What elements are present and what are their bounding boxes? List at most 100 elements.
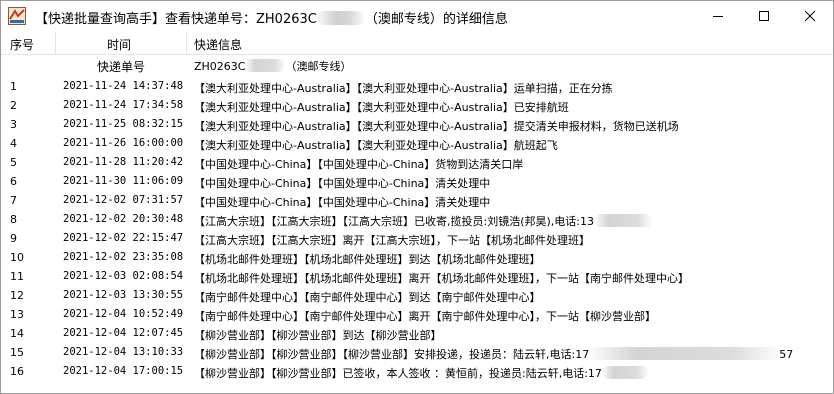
row-index: 5 — [10, 156, 17, 169]
tracking-number-text: ZH0263C — [194, 60, 246, 73]
row-index: 10 — [10, 251, 24, 264]
row-index: 6 — [10, 175, 17, 188]
row-time: 2021-12-04 17:00:15 — [63, 365, 184, 377]
window-title-suffix: （澳邮专线）的详细信息 — [364, 12, 508, 27]
row-info-text: 【中国处理中心-China】【中国处理中心-China】清关处理中 — [194, 196, 491, 209]
redacted-region — [245, 59, 286, 72]
row-time: 2021-11-26 16:00:00 — [63, 137, 184, 149]
redacted-region — [593, 214, 652, 227]
row-info: 【南宁邮件处理中心】【南宁邮件处理中心】到达【南宁邮件处理中心】 — [194, 289, 541, 305]
table-row[interactable]: 4 2021-11-26 16:00:00 【澳大利亚处理中心-Australia】… — [1, 135, 833, 154]
row-info-text: 【中国处理中心-China】【中国处理中心-China】货物到达清关口岸 — [194, 158, 524, 171]
table-row[interactable]: 6 2021-11-30 11:06:09 【中国处理中心-China】【中国处理中… — [1, 173, 833, 192]
tracking-number-suffix: （澳邮专线） — [285, 60, 352, 73]
row-index: 11 — [10, 270, 24, 283]
row-time: 2021-12-03 02:08:54 — [63, 270, 184, 282]
table-row[interactable]: 8 2021-12-02 20:30:48 【江高大宗班】【江高大宗班】【江高大宗班… — [1, 211, 833, 230]
column-divider[interactable] — [55, 32, 56, 54]
row-time: 2021-12-04 13:10:33 — [63, 346, 184, 358]
row-index: 9 — [10, 232, 17, 245]
row-info: 【机场北邮件处理班】【机场北邮件处理班】到达【机场北邮件处理班】 — [194, 251, 541, 267]
row-info-text: 【澳大利亚处理中心-Australia】【澳大利亚处理中心-Australia】… — [194, 139, 558, 152]
table-row[interactable]: 15 2021-12-04 13:10:33 【柳沙营业部】【柳沙营业部】【柳沙营业… — [1, 344, 833, 363]
row-index: 3 — [10, 118, 17, 131]
row-info-text: 【柳沙营业部】【柳沙营业部】已签收，本人签收 ：黄恒前，投递员:陆云轩,电话:1… — [194, 367, 602, 380]
row-index: 1 — [10, 80, 17, 93]
tracking-number-row[interactable]: 快递单号 ZH0263C （澳邮专线） — [1, 56, 833, 76]
tracking-number-label: 快递单号 — [97, 60, 146, 74]
row-info: 【柳沙营业部】【柳沙营业部】【柳沙营业部】安排投递，投递员：陆云轩,电话:17 5… — [194, 346, 793, 362]
row-info-text: 【中国处理中心-China】【中国处理中心-China】清关处理中 — [194, 177, 491, 190]
row-info: 【机场北邮件处理班】【机场北邮件处理班】离开【机场北邮件处理班】，下一站【南宁邮… — [194, 270, 689, 286]
table-row[interactable]: 1 2021-11-24 14:37:48 【澳大利亚处理中心-Australia】… — [1, 78, 833, 97]
table-row[interactable]: 13 2021-12-04 10:52:49 【南宁邮件处理中心】【南宁邮件处理中心… — [1, 306, 833, 325]
row-info: 【柳沙营业部】【柳沙营业部】到达【柳沙营业部】 — [194, 327, 442, 343]
row-index: 4 — [10, 137, 17, 150]
table-row[interactable]: 3 2021-11-25 08:32:15 【澳大利亚处理中心-Australia】… — [1, 116, 833, 135]
row-index: 8 — [10, 213, 17, 226]
row-info-text: 【澳大利亚处理中心-Australia】【澳大利亚处理中心-Australia】… — [194, 82, 613, 95]
row-info: 【澳大利亚处理中心-Australia】【澳大利亚处理中心-Australia】… — [194, 99, 569, 115]
column-divider[interactable] — [186, 32, 187, 54]
row-info-text: 【柳沙营业部】【柳沙营业部】【柳沙营业部】安排投递，投递员：陆云轩,电话:17 — [194, 348, 590, 361]
row-time: 2021-11-28 11:20:42 — [63, 156, 184, 168]
app-logo-icon — [8, 7, 26, 25]
row-info: 【中国处理中心-China】【中国处理中心-China】清关处理中 — [194, 175, 490, 191]
table-row[interactable]: 7 2021-12-02 07:31:57 【中国处理中心-China】【中国处理中… — [1, 192, 833, 211]
row-info-text: 【机场北邮件处理班】【机场北邮件处理班】离开【机场北邮件处理班】，下一站【南宁邮… — [194, 272, 689, 285]
row-info: 【澳大利亚处理中心-Australia】【澳大利亚处理中心-Australia】… — [194, 118, 679, 134]
window-title: 【快递批量查询高手】查看快递单号：ZH0263C （澳邮专线）的详细信息 — [35, 8, 508, 27]
row-time: 2021-11-30 11:06:09 — [63, 175, 184, 187]
redacted-region — [589, 347, 780, 360]
row-time: 2021-12-02 07:31:57 — [63, 194, 184, 206]
list-header: 序号 时间 快递信息 — [1, 32, 833, 55]
redacted-region — [317, 11, 364, 25]
close-button[interactable] — [787, 1, 833, 31]
column-header-index[interactable]: 序号 — [10, 36, 34, 53]
table-row[interactable]: 12 2021-12-03 13:30:55 【南宁邮件处理中心】【南宁邮件处理中心… — [1, 287, 833, 306]
row-info-text: 【南宁邮件处理中心】【南宁邮件处理中心】到达【南宁邮件处理中心】 — [194, 291, 541, 304]
title-bar[interactable]: 【快递批量查询高手】查看快递单号：ZH0263C （澳邮专线）的详细信息 — [1, 1, 833, 31]
row-time: 2021-12-04 12:07:45 — [63, 327, 184, 339]
row-index: 12 — [10, 289, 24, 302]
row-info-text: 【机场北邮件处理班】【机场北邮件处理班】到达【机场北邮件处理班】 — [194, 253, 541, 266]
table-row[interactable]: 5 2021-11-28 11:20:42 【中国处理中心-China】【中国处理中… — [1, 154, 833, 173]
row-info-text: 【柳沙营业部】【柳沙营业部】到达【柳沙营业部】 — [194, 329, 442, 342]
row-index: 15 — [10, 346, 24, 359]
row-time: 2021-11-25 08:32:15 — [63, 118, 184, 130]
row-index: 14 — [10, 327, 24, 340]
maximize-button[interactable] — [741, 1, 787, 31]
redacted-region — [601, 366, 648, 379]
minimize-button[interactable] — [695, 1, 741, 31]
row-index: 2 — [10, 99, 17, 112]
maximize-icon — [759, 11, 769, 21]
row-time: 2021-12-02 22:15:47 — [63, 232, 184, 244]
row-info: 【中国处理中心-China】【中国处理中心-China】清关处理中 — [194, 194, 490, 210]
row-index: 13 — [10, 308, 24, 321]
app-window: 【快递批量查询高手】查看快递单号：ZH0263C （澳邮专线）的详细信息 序号 时… — [0, 0, 834, 394]
column-header-time[interactable]: 时间 — [107, 36, 131, 53]
row-info-text: 【澳大利亚处理中心-Australia】【澳大利亚处理中心-Australia】… — [194, 120, 679, 133]
tracking-list[interactable]: 序号 时间 快递信息 快递单号 ZH0263C （澳邮专线） 1 2021-11-2… — [1, 32, 833, 393]
column-header-info[interactable]: 快递信息 — [194, 36, 242, 53]
table-row[interactable]: 10 2021-12-02 23:35:08 【机场北邮件处理班】【机场北邮件处理班… — [1, 249, 833, 268]
row-time: 2021-12-04 10:52:49 — [63, 308, 184, 320]
close-icon — [804, 10, 816, 22]
row-info: 【中国处理中心-China】【中国处理中心-China】货物到达清关口岸 — [194, 156, 523, 172]
table-row[interactable]: 9 2021-12-02 22:15:47 【江高大宗班】【江高大宗班】离开【江高大… — [1, 230, 833, 249]
row-info: 【澳大利亚处理中心-Australia】【澳大利亚处理中心-Australia】… — [194, 137, 558, 153]
table-row[interactable]: 2 2021-11-24 17:34:58 【澳大利亚处理中心-Australia】… — [1, 97, 833, 116]
table-row[interactable]: 14 2021-12-04 12:07:45 【柳沙营业部】【柳沙营业部】到达【柳沙… — [1, 325, 833, 344]
row-time: 2021-12-03 13:30:55 — [63, 289, 184, 301]
table-row[interactable]: 11 2021-12-03 02:08:54 【机场北邮件处理班】【机场北邮件处理班… — [1, 268, 833, 287]
row-time: 2021-11-24 17:34:58 — [63, 99, 184, 111]
row-index: 7 — [10, 194, 17, 207]
table-row[interactable]: 16 2021-12-04 17:00:15 【柳沙营业部】【柳沙营业部】已签收，本… — [1, 363, 833, 382]
row-info: 【江高大宗班】【江高大宗班】【江高大宗班】已收寄,揽投员:刘镜浩(邦昊),电话:… — [194, 213, 652, 229]
row-info-text: 【江高大宗班】【江高大宗班】离开【江高大宗班】，下一站【机场北邮件处理班】 — [194, 234, 590, 247]
row-info: 【南宁邮件处理中心】【南宁邮件处理中心】离开【南宁邮件处理中心】，下一站【柳沙营… — [194, 308, 656, 324]
row-info-text: 【南宁邮件处理中心】【南宁邮件处理中心】离开【南宁邮件处理中心】，下一站【柳沙营… — [194, 310, 656, 323]
row-time: 2021-12-02 20:30:48 — [63, 213, 184, 225]
row-info: 【澳大利亚处理中心-Australia】【澳大利亚处理中心-Australia】… — [194, 80, 613, 96]
row-info-text: 【江高大宗班】【江高大宗班】【江高大宗班】已收寄,揽投员:刘镜浩(邦昊),电话:… — [194, 215, 594, 228]
